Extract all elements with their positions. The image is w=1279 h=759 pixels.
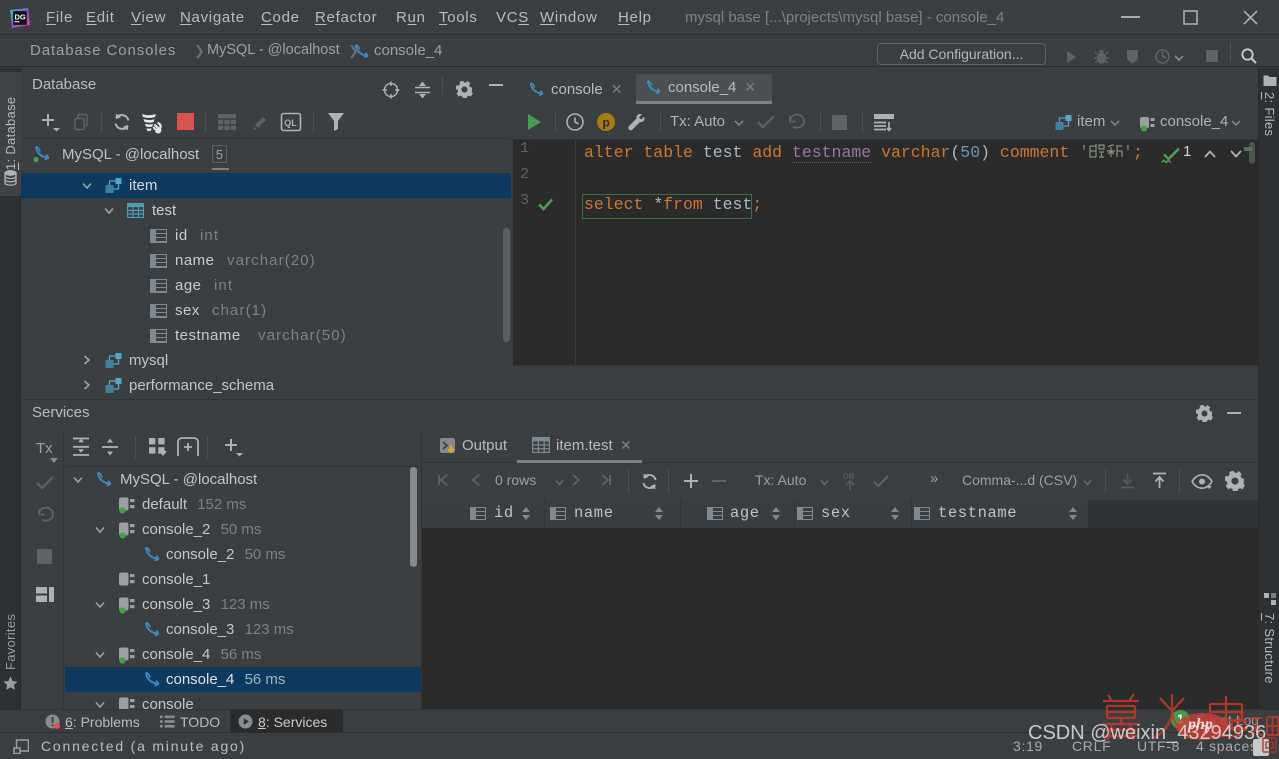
- svg-text:DB: DB: [843, 472, 855, 481]
- svg-text:QL: QL: [284, 118, 297, 128]
- svg-text:p: p: [603, 116, 610, 130]
